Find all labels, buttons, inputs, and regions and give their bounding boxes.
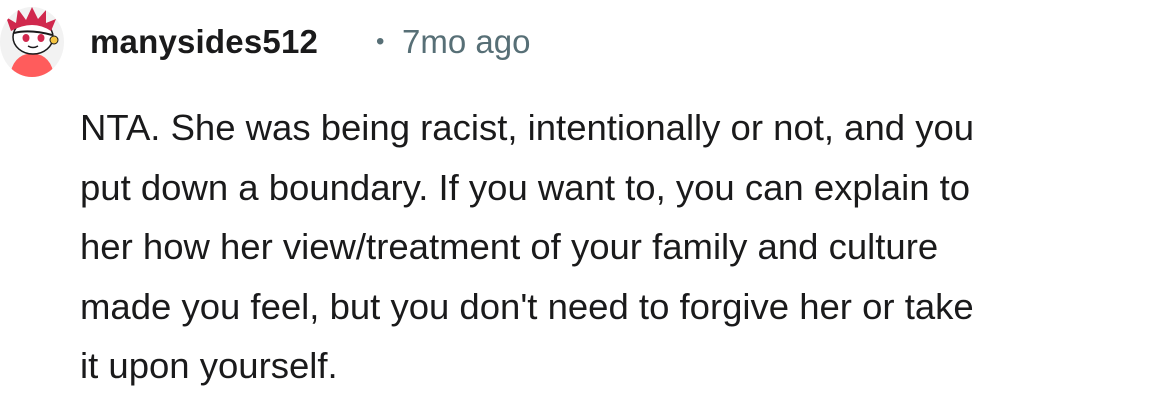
comment-body-line: made you feel, but you don't need to for… bbox=[80, 285, 974, 327]
avatar[interactable] bbox=[0, 7, 64, 77]
comment-body-line: put down a boundary. If you want to, you… bbox=[80, 166, 971, 208]
comment-body-line: NTA. She was being racist, intentionally… bbox=[80, 107, 975, 148]
comment: manysides512 • 7mo ago NTA. She was bein… bbox=[0, 0, 1163, 402]
snoo-avatar-icon bbox=[0, 7, 64, 77]
comment-body-line: her how her view/treatment of your famil… bbox=[80, 226, 939, 267]
comment-timestamp[interactable]: 7mo ago bbox=[402, 21, 530, 63]
author-username[interactable]: manysides512 bbox=[90, 21, 318, 63]
comment-body: NTA. She was being racist, intentionally… bbox=[80, 98, 1160, 396]
comment-body-line: it upon yourself. bbox=[80, 345, 338, 386]
comment-header: manysides512 • 7mo ago bbox=[0, 0, 1163, 86]
meta-separator: • bbox=[376, 28, 385, 55]
